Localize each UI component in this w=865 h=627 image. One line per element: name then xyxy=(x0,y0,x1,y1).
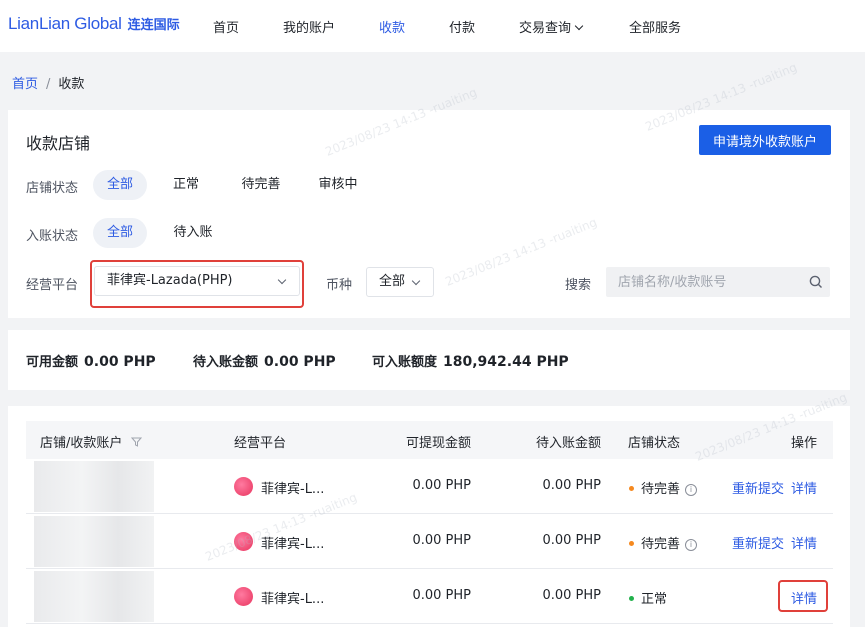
credit-limit-label: 可入账额度 xyxy=(372,355,438,370)
column-header-store: 店铺/收款账户 xyxy=(40,432,142,451)
nav-item-transactions[interactable]: 交易查询 xyxy=(519,17,584,36)
column-header-withdrawable: 可提现金额 xyxy=(406,436,472,451)
search-box xyxy=(606,267,830,297)
nav-item-receive[interactable]: 收款 xyxy=(379,17,405,36)
filter-panel: 收款店铺 申请境外收款账户 店铺状态 全部 正常 待完善 审核中 入账状态 全部… xyxy=(8,110,850,318)
lazada-icon xyxy=(234,532,253,551)
currency-select-value: 全部 xyxy=(379,274,406,289)
row-platform: 菲律宾-L... xyxy=(261,592,325,607)
lianlian-logo[interactable]: LianLian Global 连连国际 xyxy=(8,14,180,34)
available-balance-value: 0.00 PHP xyxy=(84,354,156,370)
row-status-label: 正常 xyxy=(641,592,668,607)
nav-item-transactions-label: 交易查询 xyxy=(519,21,572,36)
status-dot xyxy=(629,596,634,601)
store-status-label: 店铺状态 xyxy=(26,181,79,196)
credit-limit-value: 180,942.44 PHP xyxy=(443,354,569,370)
nav-item-home[interactable]: 首页 xyxy=(213,17,239,36)
filter-icon[interactable] xyxy=(130,437,142,447)
row-pending: 0.00 PHP xyxy=(542,478,601,493)
row-withdrawable: 0.00 PHP xyxy=(412,588,471,603)
detail-link[interactable]: 详情 xyxy=(791,533,817,552)
column-header-store-label: 店铺/收款账户 xyxy=(40,436,123,451)
store-status-chip-incomplete[interactable]: 待完善 xyxy=(233,170,289,200)
store-status-chip-all[interactable]: 全部 xyxy=(93,170,147,200)
row-pending: 0.00 PHP xyxy=(542,533,601,548)
platform-highlight-box xyxy=(90,260,304,308)
currency-select[interactable]: 全部 xyxy=(366,267,434,297)
row-platform: 菲律宾-L... xyxy=(261,537,325,552)
balance-panel: 可用金额 0.00 PHP 待入账金额 0.00 PHP 可入账额度 180,942.… xyxy=(8,330,850,390)
row-pending: 0.00 PHP xyxy=(542,588,601,603)
row-status-label: 待完善 xyxy=(641,482,681,497)
status-dot xyxy=(629,486,634,491)
table-row: 菲律宾-L... 0.00 PHP 0.00 PHP 待完善 i 重新提交 详情 xyxy=(26,514,833,569)
store-status-chip-reviewing[interactable]: 审核中 xyxy=(310,170,366,200)
column-header-pending: 待入账金额 xyxy=(536,436,602,451)
nav-item-all-services[interactable]: 全部服务 xyxy=(629,17,681,36)
row-withdrawable: 0.00 PHP xyxy=(412,478,471,493)
lazada-icon xyxy=(234,587,253,606)
logo-text-en: LianLian Global xyxy=(8,14,122,33)
info-icon[interactable]: i xyxy=(685,539,698,551)
status-dot xyxy=(629,541,634,546)
account-status-label: 入账状态 xyxy=(26,229,79,244)
logo-text-cn: 连连国际 xyxy=(127,18,180,33)
account-status-chip-pending[interactable]: 待入账 xyxy=(163,218,223,248)
pending-balance-label: 待入账金额 xyxy=(193,355,259,370)
apply-overseas-account-button[interactable]: 申请境外收款账户 xyxy=(699,125,831,155)
row-status: 待完善 i xyxy=(629,533,698,552)
blurred-account-info xyxy=(34,516,154,567)
lazada-icon xyxy=(234,477,253,496)
breadcrumb-current: 收款 xyxy=(58,77,85,92)
column-header-platform: 经营平台 xyxy=(234,436,287,451)
chevron-down-icon xyxy=(574,21,584,31)
platform-label: 经营平台 xyxy=(26,278,79,293)
available-balance-label: 可用金额 xyxy=(26,355,79,370)
page-title: 收款店铺 xyxy=(26,134,91,153)
resubmit-link[interactable]: 重新提交 xyxy=(732,478,784,497)
nav-item-pay[interactable]: 付款 xyxy=(449,17,475,36)
breadcrumb-separator: / xyxy=(46,77,51,92)
resubmit-link[interactable]: 重新提交 xyxy=(732,533,784,552)
row-status: 正常 xyxy=(629,588,667,607)
nav-item-my-account[interactable]: 我的账户 xyxy=(283,17,335,36)
detail-highlight-box xyxy=(778,580,828,612)
store-status-chip-normal[interactable]: 正常 xyxy=(161,170,211,200)
row-platform: 菲律宾-L... xyxy=(261,482,325,497)
chevron-down-icon xyxy=(411,276,421,286)
search-icon[interactable] xyxy=(808,274,824,290)
breadcrumb: 首页 / 收款 xyxy=(12,73,84,92)
blurred-account-info xyxy=(34,571,154,622)
store-table-panel: 店铺/收款账户 经营平台 可提现金额 待入账金额 店铺状态 操作 菲律宾-L..… xyxy=(8,406,850,627)
table-row: 菲律宾-L... 0.00 PHP 0.00 PHP 待完善 i 重新提交 详情 xyxy=(26,459,833,514)
search-label: 搜索 xyxy=(565,278,592,293)
pending-balance: 待入账金额 0.00 PHP xyxy=(193,351,336,370)
credit-limit: 可入账额度 180,942.44 PHP xyxy=(372,351,569,370)
blurred-account-info xyxy=(34,461,154,512)
search-input[interactable] xyxy=(606,267,796,297)
top-navigation: LianLian Global 连连国际 首页 我的账户 收款 付款 交易查询 … xyxy=(0,0,865,52)
info-icon[interactable]: i xyxy=(685,484,698,496)
row-status: 待完善 i xyxy=(629,478,698,497)
table-row: 菲律宾-L... 0.00 PHP 0.00 PHP 正常 详情 xyxy=(26,569,833,624)
pending-balance-value: 0.00 PHP xyxy=(264,354,336,370)
table-header: 店铺/收款账户 经营平台 可提现金额 待入账金额 店铺状态 操作 xyxy=(26,421,833,459)
column-header-status: 店铺状态 xyxy=(628,436,681,451)
column-header-actions: 操作 xyxy=(791,436,818,451)
detail-link[interactable]: 详情 xyxy=(791,478,817,497)
available-balance: 可用金额 0.00 PHP xyxy=(26,351,156,370)
row-status-label: 待完善 xyxy=(641,537,681,552)
breadcrumb-home[interactable]: 首页 xyxy=(12,77,38,92)
account-status-chip-all[interactable]: 全部 xyxy=(93,218,147,248)
currency-label: 币种 xyxy=(326,278,353,293)
row-withdrawable: 0.00 PHP xyxy=(412,533,471,548)
